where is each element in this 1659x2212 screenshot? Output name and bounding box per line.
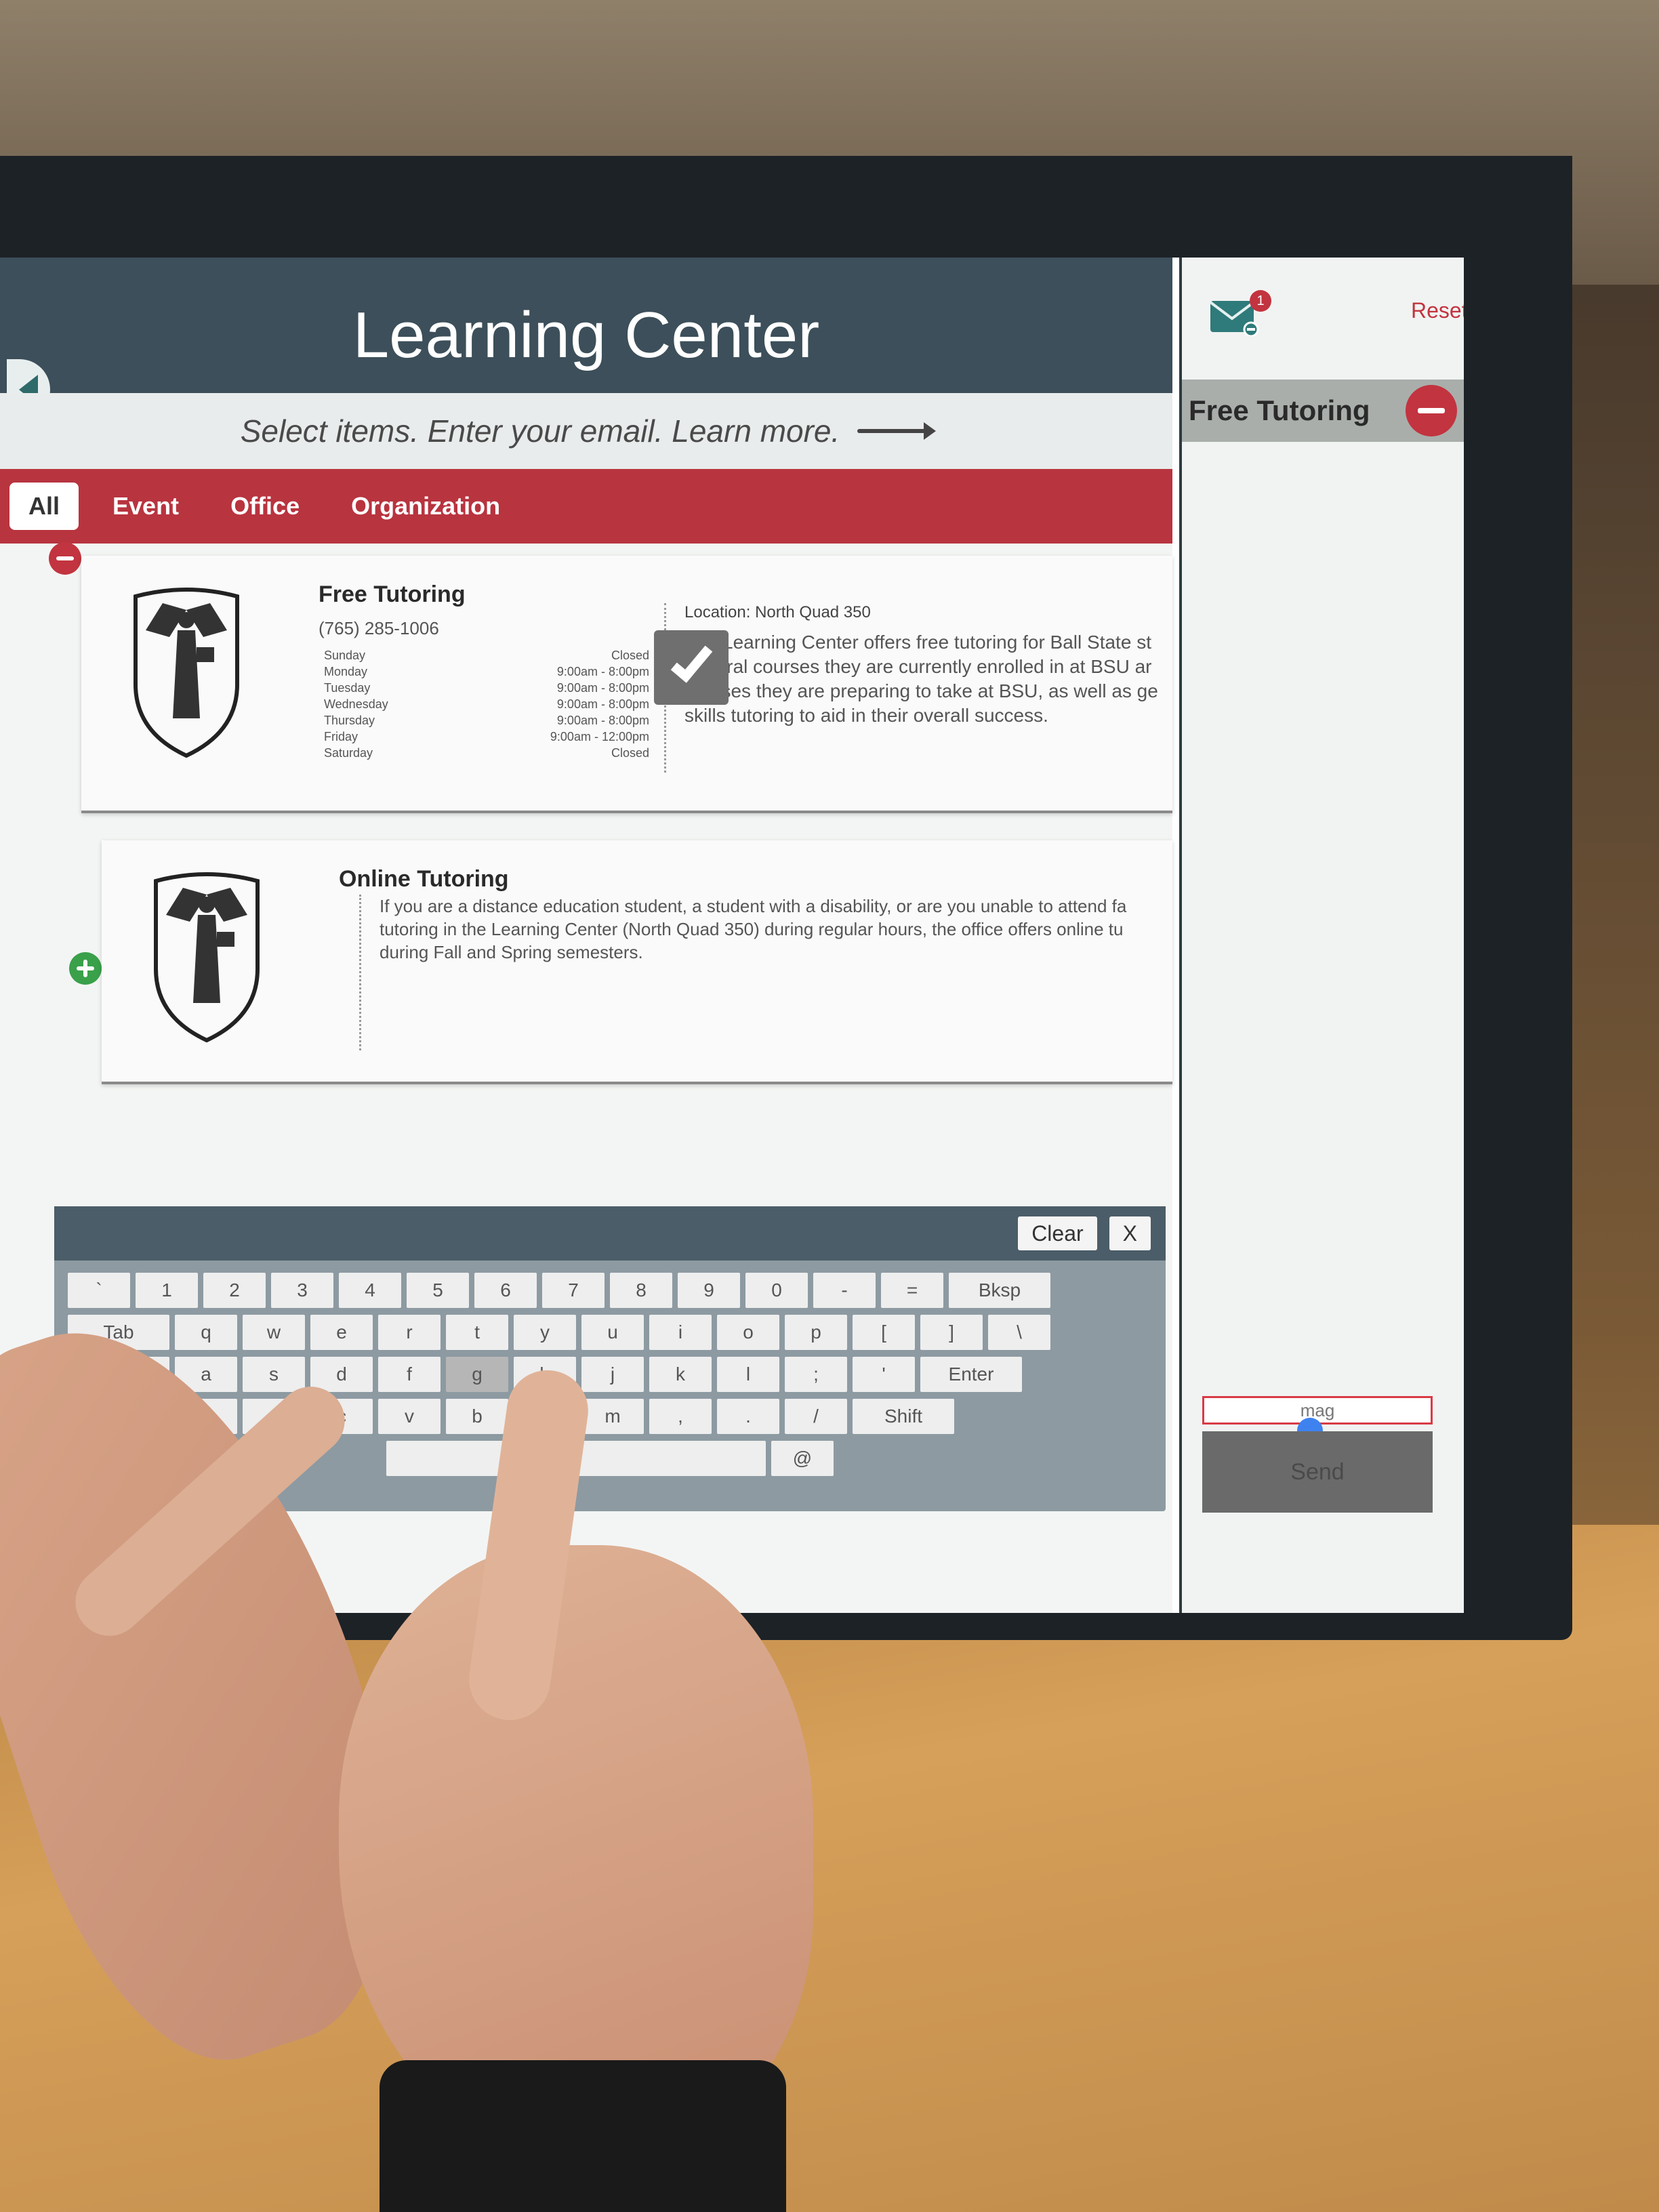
item-title: Online Tutoring [339, 866, 509, 892]
key[interactable]: w [243, 1315, 305, 1350]
send-button[interactable]: Send [1202, 1431, 1433, 1513]
key[interactable]: Enter [920, 1357, 1022, 1392]
sleeve [380, 2060, 786, 2212]
key[interactable]: 2 [203, 1273, 266, 1308]
hours-row: Tuesday 9:00am - 8:00pm [324, 681, 649, 695]
key[interactable]: 5 [407, 1273, 469, 1308]
keyboard-row: Tab q w e r t y u i o p[] \ [68, 1315, 1152, 1350]
key[interactable]: q [175, 1315, 237, 1350]
key[interactable]: . [717, 1399, 779, 1434]
hours-row: Saturday Closed [324, 746, 649, 760]
key[interactable]: 4 [339, 1273, 401, 1308]
key[interactable]: r [378, 1315, 441, 1350]
hours-row: Sunday Closed [324, 649, 649, 662]
tagline: Select items. Enter your email. Learn mo… [240, 413, 840, 449]
key[interactable]: v [378, 1399, 441, 1434]
hours-row: Monday 9:00am - 8:00pm [324, 665, 649, 678]
key[interactable]: o [717, 1315, 779, 1350]
kiosk-screen: Learning Center Select items. Enter your… [0, 258, 1464, 1613]
keyboard-clear-button[interactable]: Clear [1018, 1216, 1097, 1250]
key[interactable]: l [717, 1357, 779, 1392]
tab-event[interactable]: Event [87, 483, 205, 530]
key[interactable]: e [310, 1315, 373, 1350]
key[interactable]: b [446, 1399, 508, 1434]
key[interactable]: 6 [474, 1273, 537, 1308]
key[interactable]: i [649, 1315, 712, 1350]
item-phone: (765) 285-1006 [319, 618, 439, 638]
key[interactable]: s [243, 1357, 305, 1392]
key[interactable]: y [514, 1315, 576, 1350]
list-item[interactable]: Free Tutoring (765) 285-1006 Sunday Close… [81, 556, 1172, 813]
mail-count-badge: 1 [1250, 290, 1271, 312]
hours-row: Wednesday 9:00am - 8:00pm [324, 697, 649, 711]
key[interactable]: @ [771, 1441, 834, 1476]
minus-icon [56, 556, 74, 560]
arrow-right-icon [857, 422, 937, 440]
key[interactable]: 0 [745, 1273, 808, 1308]
item-location: Location: North Quad 350 [684, 603, 871, 621]
tab-office[interactable]: Office [205, 483, 325, 530]
key[interactable]: m [581, 1399, 644, 1434]
key[interactable]: ` [68, 1273, 130, 1308]
tagline-bar: Select items. Enter your email. Learn mo… [0, 393, 1172, 469]
item-title: Free Tutoring [319, 581, 466, 607]
keyboard-row: Capsasdfghjkl;'Enter [68, 1357, 1152, 1392]
key[interactable]: d [310, 1357, 373, 1392]
tab-organization[interactable]: Organization [325, 483, 526, 530]
remove-item-button[interactable] [49, 542, 81, 575]
key[interactable]: 1 [136, 1273, 198, 1308]
hours-row: Thursday 9:00am - 8:00pm [324, 714, 649, 727]
reset-button[interactable]: Reset [1411, 298, 1464, 323]
page-title: Learning Center [352, 299, 820, 371]
key[interactable]: [ [853, 1315, 915, 1350]
key[interactable]: Bksp [949, 1273, 1050, 1308]
keyboard-row: Shiftzxcvbnm,./Shift [68, 1399, 1152, 1434]
key[interactable]: = [881, 1273, 943, 1308]
key[interactable]: g [446, 1357, 508, 1392]
check-icon [670, 638, 713, 683]
key[interactable]: Shift [853, 1399, 954, 1434]
key[interactable]: ; [785, 1357, 847, 1392]
card-divider [359, 895, 361, 1050]
hours-table: Sunday Closed Monday 9:00am - 8:00pm Tuesd… [324, 647, 649, 761]
key[interactable]: 3 [271, 1273, 333, 1308]
key[interactable]: f [378, 1357, 441, 1392]
key[interactable]: p [785, 1315, 847, 1350]
key[interactable]: u [581, 1315, 644, 1350]
key[interactable]: - [813, 1273, 876, 1308]
app-header: Learning Center [0, 258, 1172, 413]
plus-icon [77, 960, 94, 977]
selected-item: Free Tutoring [1182, 380, 1464, 442]
key[interactable]: ' [853, 1357, 915, 1392]
key[interactable]: 9 [678, 1273, 740, 1308]
key[interactable]: 8 [610, 1273, 672, 1308]
minus-icon [1418, 408, 1445, 413]
keyboard-row: ` 1 2 3 4 5 6 7 8 9 0- = Bksp [68, 1273, 1152, 1308]
add-item-button[interactable] [69, 952, 102, 985]
list-item[interactable]: Online Tutoring If you are a distance ed… [102, 840, 1172, 1084]
selected-check[interactable] [654, 630, 729, 705]
item-description: The Learning Center offers free tutoring… [684, 632, 1158, 726]
key[interactable]: t [446, 1315, 508, 1350]
key[interactable]: \ [988, 1315, 1050, 1350]
selection-panel: 1 Reset Free Tutoring Send [1179, 258, 1464, 1613]
key[interactable]: , [649, 1399, 712, 1434]
tab-all[interactable]: All [9, 483, 79, 530]
item-description: If you are a distance education student,… [380, 896, 1127, 962]
remove-selected-button[interactable] [1406, 385, 1457, 436]
key[interactable]: ] [920, 1315, 983, 1350]
filter-bar: All Event Office Organization [0, 469, 1172, 544]
key[interactable]: / [785, 1399, 847, 1434]
monitor-frame: Learning Center Select items. Enter your… [0, 156, 1572, 1640]
key[interactable]: j [581, 1357, 644, 1392]
keyboard-toolbar: Clear X [54, 1206, 1166, 1261]
keyboard-close-button[interactable]: X [1109, 1216, 1151, 1250]
hours-row: Friday 9:00am - 12:00pm [324, 730, 649, 743]
selected-item-label: Free Tutoring [1189, 394, 1370, 426]
beneficence-logo [154, 872, 260, 1043]
beneficence-logo [134, 588, 239, 758]
key[interactable]: k [649, 1357, 712, 1392]
key[interactable]: 7 [542, 1273, 605, 1308]
